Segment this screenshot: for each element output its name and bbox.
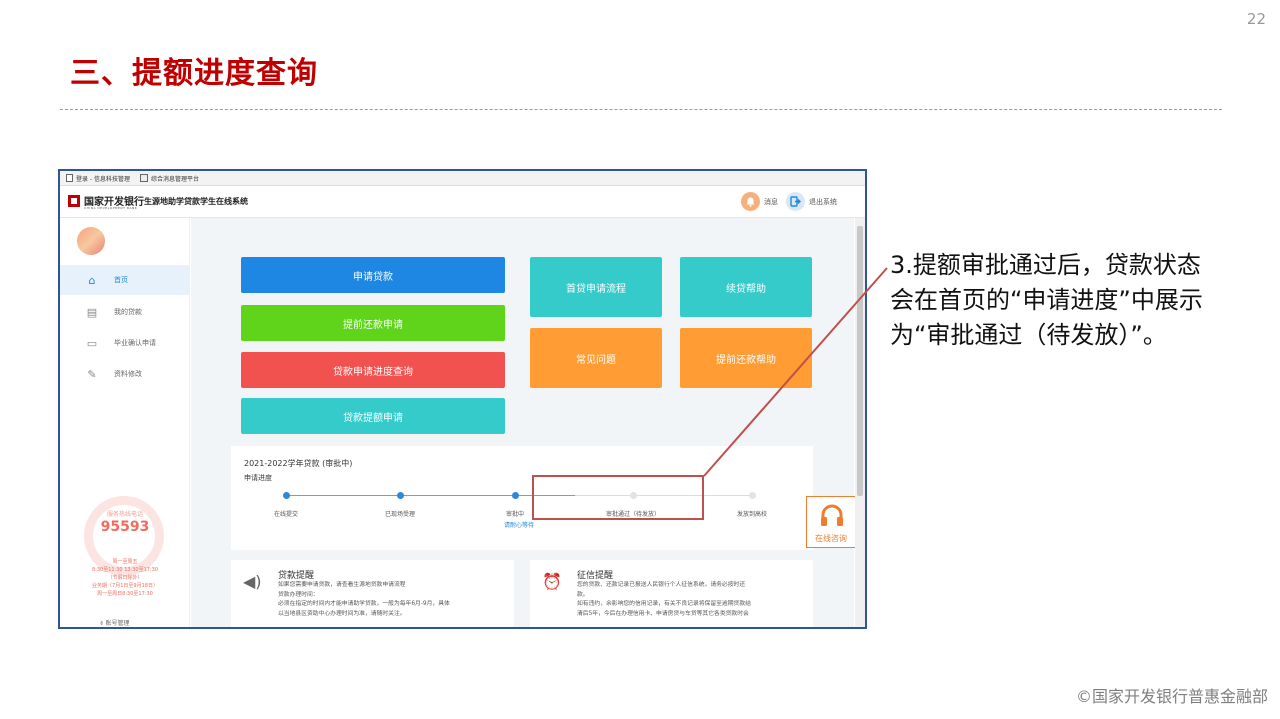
callout-line xyxy=(703,267,888,477)
footer-credit: ©国家开发银行普惠金融部 xyxy=(1075,687,1268,706)
annotation-text: 3.提额审批通过后，贷款状态会在首页的“申请进度”中展示为“审批通过（待发放）”… xyxy=(890,251,1203,349)
